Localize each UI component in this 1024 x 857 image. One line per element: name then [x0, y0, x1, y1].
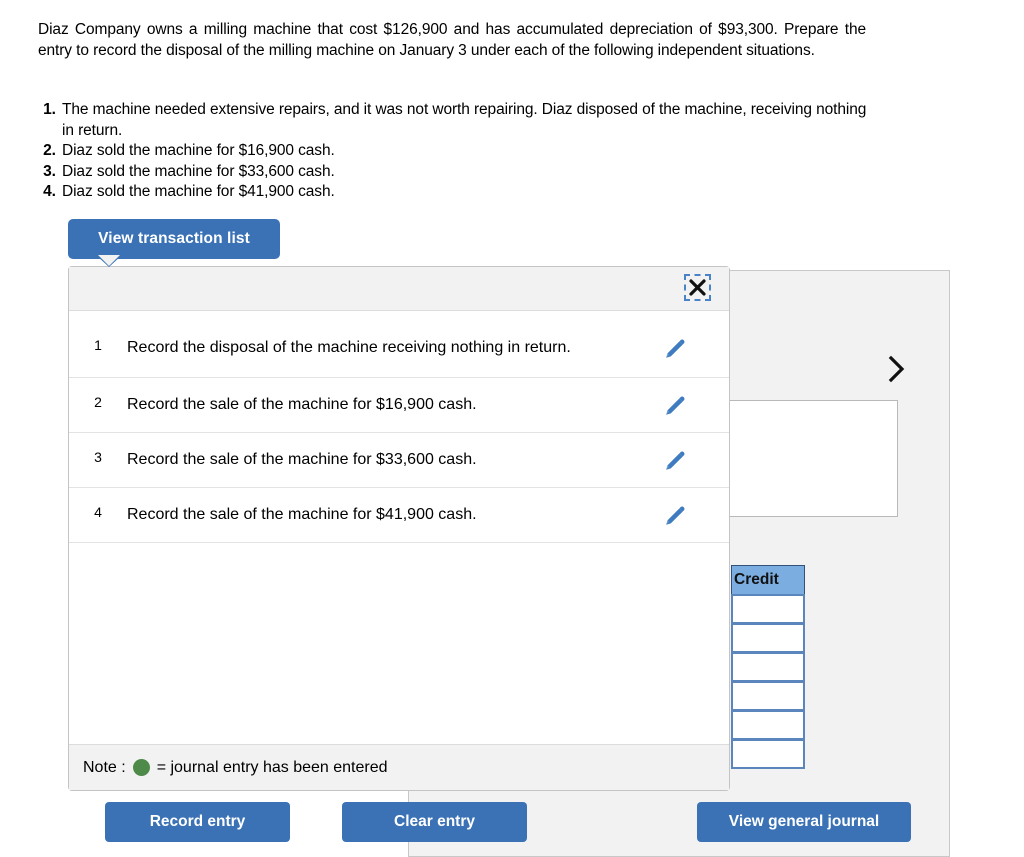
list-item: 4. Diaz sold the machine for $41,900 cas…	[38, 182, 878, 203]
note-suffix: = journal entry has been entered	[156, 758, 388, 776]
situation-number: 1.	[43, 101, 56, 118]
view-transaction-list-button[interactable]: View transaction list	[68, 219, 280, 259]
transaction-number: 2	[94, 394, 102, 410]
note-bar: Note : = journal entry has been entered	[69, 744, 729, 790]
table-row[interactable]: 4 Record the sale of the machine for $41…	[69, 488, 729, 543]
transaction-number: 3	[94, 449, 102, 465]
chevron-right-icon[interactable]	[884, 352, 910, 386]
transaction-description: Record the disposal of the machine recei…	[127, 339, 571, 356]
journal-note-box	[727, 400, 898, 517]
problem-statement: Diaz Company owns a milling machine that…	[38, 20, 866, 61]
transaction-description: Record the sale of the machine for $41,9…	[127, 506, 477, 523]
view-general-journal-button[interactable]: View general journal	[697, 802, 911, 842]
situation-number: 2.	[43, 142, 56, 159]
situation-number: 4.	[43, 183, 56, 200]
transaction-list-modal: 1 Record the disposal of the machine rec…	[68, 266, 730, 791]
credit-input-cell[interactable]	[731, 681, 805, 711]
list-item: 2. Diaz sold the machine for $16,900 cas…	[38, 141, 878, 162]
modal-header	[69, 267, 729, 311]
close-icon[interactable]	[684, 274, 711, 301]
tab-pointer-arrow-inner	[98, 255, 120, 266]
problem-paragraph: Diaz Company owns a milling machine that…	[38, 21, 866, 59]
pencil-icon[interactable]	[645, 447, 705, 473]
green-dot-icon	[132, 759, 150, 776]
pencil-icon[interactable]	[645, 502, 705, 528]
credit-column-header: Credit	[731, 565, 805, 595]
credit-input-cell[interactable]	[731, 594, 805, 624]
table-row[interactable]: 1 Record the disposal of the machine rec…	[69, 311, 729, 378]
credit-input-cell[interactable]	[731, 623, 805, 653]
transaction-description: Record the sale of the machine for $33,6…	[127, 451, 477, 468]
credit-input-cell[interactable]	[731, 652, 805, 682]
situation-text: Diaz sold the machine for $16,900 cash.	[62, 142, 335, 159]
transaction-description: Record the sale of the machine for $16,9…	[127, 396, 477, 413]
table-row[interactable]: 3 Record the sale of the machine for $33…	[69, 433, 729, 488]
situation-text: Diaz sold the machine for $33,600 cash.	[62, 162, 335, 180]
list-item: 3. Diaz sold the machine for $33,600 cas…	[38, 162, 878, 183]
situation-text: Diaz sold the machine for $41,900 cash.	[62, 183, 335, 200]
transaction-rows: 1 Record the disposal of the machine rec…	[69, 311, 729, 746]
credit-input-cell[interactable]	[731, 710, 805, 740]
transaction-number: 4	[94, 504, 102, 520]
table-row[interactable]: 2 Record the sale of the machine for $16…	[69, 378, 729, 433]
credit-column: Credit	[731, 565, 805, 769]
situation-text: The machine needed extensive repairs, an…	[62, 101, 867, 139]
transaction-number: 1	[94, 337, 102, 353]
pencil-icon[interactable]	[645, 392, 705, 418]
credit-input-cell[interactable]	[731, 739, 805, 769]
record-entry-button[interactable]: Record entry	[105, 802, 290, 842]
situation-number: 3.	[43, 162, 56, 180]
pencil-icon[interactable]	[645, 335, 705, 361]
note-prefix: Note :	[83, 758, 126, 776]
situations-list: 1. The machine needed extensive repairs,…	[38, 100, 878, 203]
list-item: 1. The machine needed extensive repairs,…	[38, 100, 878, 141]
clear-entry-button[interactable]: Clear entry	[342, 802, 527, 842]
